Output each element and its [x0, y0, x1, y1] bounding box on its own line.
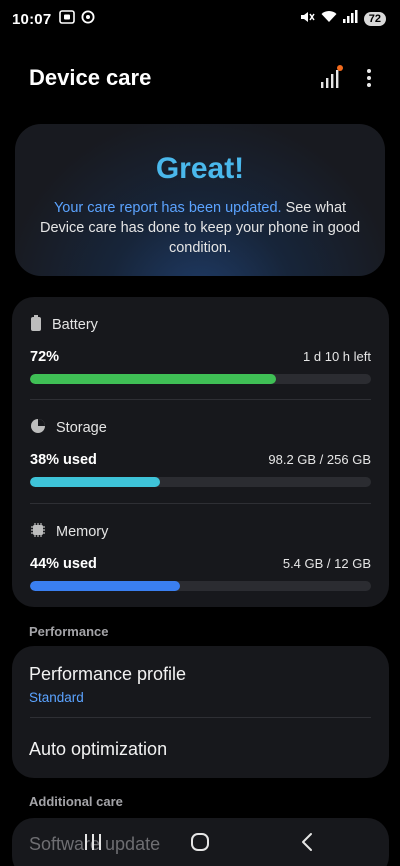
memory-value: 44% used — [30, 556, 97, 572]
divider — [30, 399, 371, 400]
battery-bar-fill — [30, 374, 276, 384]
report-headline: Great! — [155, 152, 245, 185]
storage-section[interactable]: Storage 38% used 98.2 GB / 256 GB — [30, 418, 371, 487]
back-icon[interactable] — [287, 822, 327, 862]
memory-bar-fill — [30, 581, 181, 591]
home-icon[interactable] — [180, 822, 220, 862]
storage-value: 38% used — [30, 452, 97, 468]
report-message: Your care report has been updated. See w… — [33, 198, 367, 258]
vpn-icon — [81, 10, 95, 29]
battery-bar — [30, 374, 371, 384]
care-report-card[interactable]: Great! Your care report has been updated… — [15, 124, 385, 276]
storage-icon — [30, 418, 46, 438]
page-title: Device care — [29, 65, 152, 90]
app-header: Device care — [0, 56, 400, 100]
auto-optimization-title: Auto optimization — [29, 739, 168, 759]
battery-time-left: 1 d 10 h left — [303, 349, 371, 364]
memory-section[interactable]: Memory 44% used 5.4 GB / 12 GB — [30, 522, 371, 591]
battery-value: 72% — [30, 349, 60, 365]
storage-detail: 98.2 GB / 256 GB — [268, 452, 371, 467]
mute-icon — [299, 10, 315, 29]
status-time: 10:07 — [12, 10, 52, 28]
recents-icon[interactable] — [73, 822, 113, 862]
storage-bar-fill — [30, 477, 160, 487]
more-options-icon[interactable] — [366, 67, 372, 89]
navigation-bar — [0, 818, 400, 866]
divider — [30, 717, 371, 718]
performance-card: Performance profile Standard Auto optimi… — [12, 646, 389, 778]
auto-optimization-item[interactable]: Auto optimization — [29, 739, 372, 760]
battery-level: 72 — [363, 12, 386, 26]
battery-label: Battery — [52, 317, 98, 333]
status-bar: 10:07 72 — [0, 0, 400, 38]
performance-section-label: Performance — [29, 624, 109, 639]
storage-bar — [30, 477, 371, 487]
performance-profile-title: Performance profile — [29, 664, 187, 684]
divider — [30, 503, 371, 504]
performance-profile-value: Standard — [29, 690, 84, 705]
memory-label: Memory — [56, 524, 109, 540]
cell-signal-icon — [342, 10, 358, 28]
performance-profile-item[interactable]: Performance profile Standard — [29, 664, 372, 705]
notification-dot — [337, 65, 343, 71]
battery-icon — [30, 315, 42, 335]
screen-recorder-icon — [59, 9, 76, 29]
wifi-icon — [321, 10, 337, 28]
battery-section[interactable]: Battery 72% 1 d 10 h left — [30, 315, 371, 384]
diagnostics-signal-icon[interactable] — [320, 65, 343, 89]
additional-care-section-label: Additional care — [29, 794, 123, 809]
report-link[interactable]: Your care report has been updated. — [54, 200, 282, 216]
memory-chip-icon — [30, 522, 46, 542]
storage-label: Storage — [56, 420, 107, 436]
memory-detail: 5.4 GB / 12 GB — [282, 556, 371, 571]
memory-bar — [30, 581, 371, 591]
device-stats-card: Battery 72% 1 d 10 h left Storage 38% us… — [12, 297, 389, 607]
